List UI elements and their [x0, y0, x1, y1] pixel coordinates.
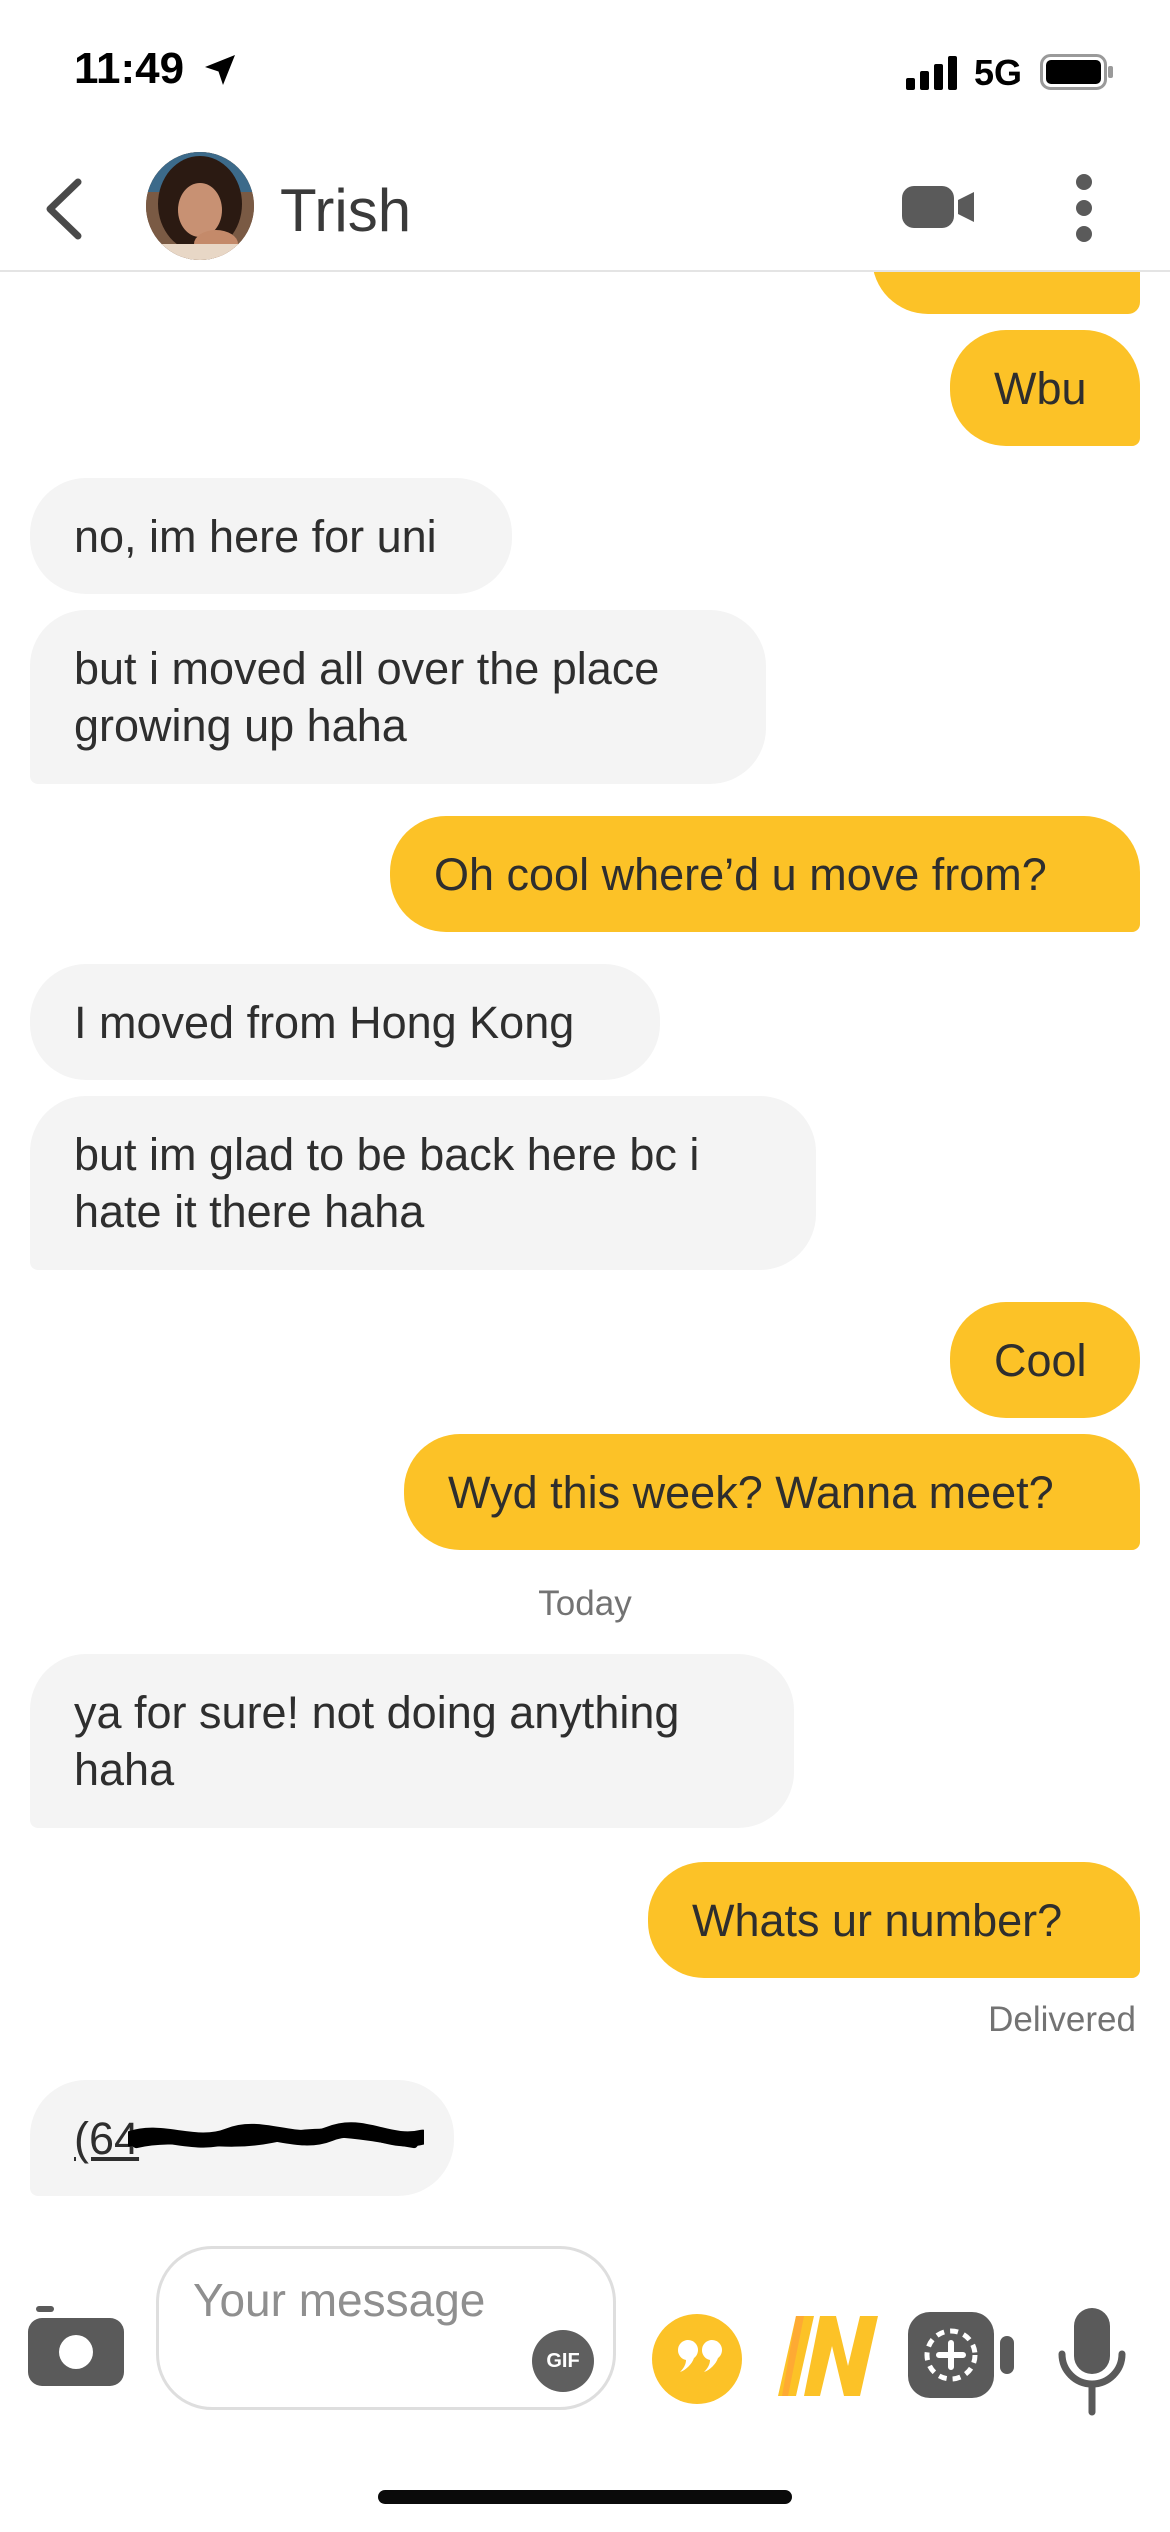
message-text: ya for sure! not doing anything haha: [74, 1687, 680, 1795]
status-time: 11:49: [74, 44, 185, 93]
message-text: but im glad to be back here bc i hate it…: [74, 1129, 700, 1237]
message-text: Wbu: [994, 362, 1087, 414]
message-text: I moved from Hong Kong: [74, 996, 575, 1048]
chat-header: Trish: [0, 150, 1170, 272]
signal-icon: [906, 56, 957, 90]
network-type: 5G: [974, 52, 1023, 93]
contact-name[interactable]: Trish: [280, 176, 411, 245]
phone-number-link[interactable]: (64: [74, 2110, 424, 2167]
message-text: Oh cool where’d u move from?: [434, 848, 1047, 900]
chat-screen: 11:49 5G Trish Wbu no, im here for uni b…: [0, 0, 1170, 2532]
message-bubble-outgoing[interactable]: Whats ur number?: [648, 1862, 1140, 1978]
snapchat-icon[interactable]: [906, 2310, 1016, 2400]
quote-icon[interactable]: [652, 2314, 742, 2404]
message-bubble-outgoing[interactable]: Oh cool where’d u move from?: [390, 816, 1140, 932]
message-text: Cool: [994, 1334, 1087, 1386]
in-badge-icon[interactable]: [774, 2306, 884, 2406]
message-bubble-incoming[interactable]: ya for sure! not doing anything haha: [30, 1654, 794, 1828]
location-arrow-icon: [205, 55, 235, 85]
message-bubble-outgoing[interactable]: Wyd this week? Wanna meet?: [404, 1434, 1140, 1550]
back-chevron-icon[interactable]: [42, 176, 86, 242]
message-bubble-outgoing[interactable]: Cool: [950, 1302, 1140, 1418]
message-text: no, im here for uni: [74, 510, 437, 562]
microphone-icon[interactable]: [1056, 2306, 1128, 2416]
home-indicator[interactable]: [378, 2490, 792, 2504]
gif-button[interactable]: GIF: [532, 2330, 594, 2392]
message-bubble-incoming[interactable]: but im glad to be back here bc i hate it…: [30, 1096, 816, 1270]
day-separator: Today: [538, 1584, 632, 1623]
avatar[interactable]: [146, 152, 254, 260]
video-call-icon[interactable]: [902, 180, 976, 234]
message-bubble-incoming[interactable]: (64: [30, 2080, 454, 2196]
delivery-status: Delivered: [988, 2000, 1136, 2039]
message-bubble-outgoing[interactable]: Wbu: [950, 330, 1140, 446]
message-text: Wyd this week? Wanna meet?: [448, 1466, 1054, 1518]
battery-icon: [1040, 54, 1113, 90]
message-bubble-incoming[interactable]: but i moved all over the place growing u…: [30, 610, 766, 784]
more-vertical-icon[interactable]: [1068, 172, 1100, 244]
camera-icon[interactable]: [28, 2306, 124, 2386]
message-bubble-incoming[interactable]: I moved from Hong Kong: [30, 964, 660, 1080]
message-text: but i moved all over the place growing u…: [74, 643, 660, 751]
message-text: Whats ur number?: [692, 1894, 1063, 1946]
redaction-scribble: [128, 2121, 424, 2148]
message-bubble-incoming[interactable]: no, im here for uni: [30, 478, 512, 594]
